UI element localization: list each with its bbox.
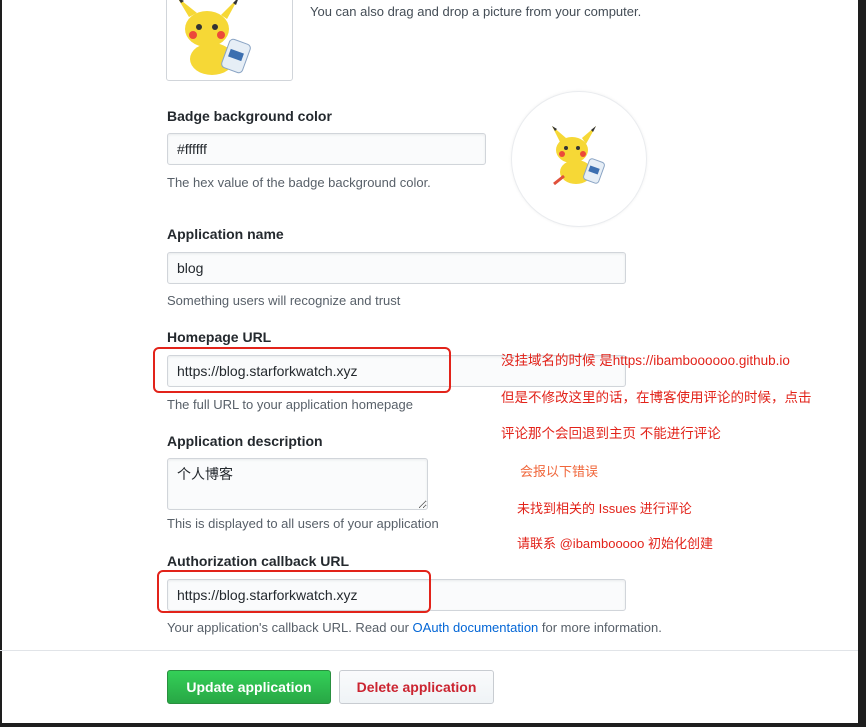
badge-preview [511, 91, 647, 227]
oauth-documentation-link[interactable]: OAuth documentation [413, 620, 539, 635]
form-divider [0, 650, 858, 651]
window-frame-right [858, 0, 866, 727]
application-description-textarea[interactable]: 个人博客 [167, 458, 428, 510]
application-name-label: Application name [167, 226, 284, 242]
badge-color-input[interactable] [167, 133, 486, 165]
application-name-hint: Something users will recognize and trust [167, 293, 401, 308]
delete-application-button[interactable]: Delete application [339, 670, 494, 704]
application-description-label: Application description [167, 433, 323, 449]
badge-color-label: Badge background color [167, 108, 332, 124]
callback-url-input[interactable] [167, 579, 626, 611]
annotation-line-3: 评论那个会回退到主页 不能进行评论 [501, 426, 721, 441]
application-description-hint: This is displayed to all users of your a… [167, 516, 439, 531]
homepage-url-hint: The full URL to your application homepag… [167, 397, 413, 412]
pikachu-badge-image [552, 126, 605, 186]
application-name-input[interactable] [167, 252, 626, 284]
homepage-url-label: Homepage URL [167, 329, 272, 345]
annotation-line-2: 但是不修改这里的话，在博客使用评论的时候，点击 [501, 390, 812, 405]
annotation-line-4: 会报以下错误 [520, 464, 599, 479]
update-application-button[interactable]: Update application [167, 670, 331, 704]
callback-url-hint: Your application's callback URL. Read ou… [167, 620, 662, 635]
window-frame-left [0, 0, 2, 727]
annotation-line-5: 未找到相关的 Issues 进行评论 [517, 501, 692, 516]
annotation-line-6: 请联系 @ibambooooo 初始化创建 [517, 536, 713, 551]
annotation-line-1: 没挂域名的时候 是https://ibamboooooo.github.io [501, 353, 790, 368]
callback-hint-after: for more information. [538, 620, 662, 635]
application-logo-preview[interactable] [166, 0, 293, 81]
callback-url-label: Authorization callback URL [167, 553, 350, 569]
badge-color-hint: The hex value of the badge background co… [167, 175, 431, 190]
callback-hint-before: Your application's callback URL. Read ou… [167, 620, 413, 635]
drag-drop-hint: You can also drag and drop a picture fro… [310, 4, 642, 19]
pikachu-logo-image [178, 0, 251, 75]
window-frame-bottom [0, 723, 866, 727]
